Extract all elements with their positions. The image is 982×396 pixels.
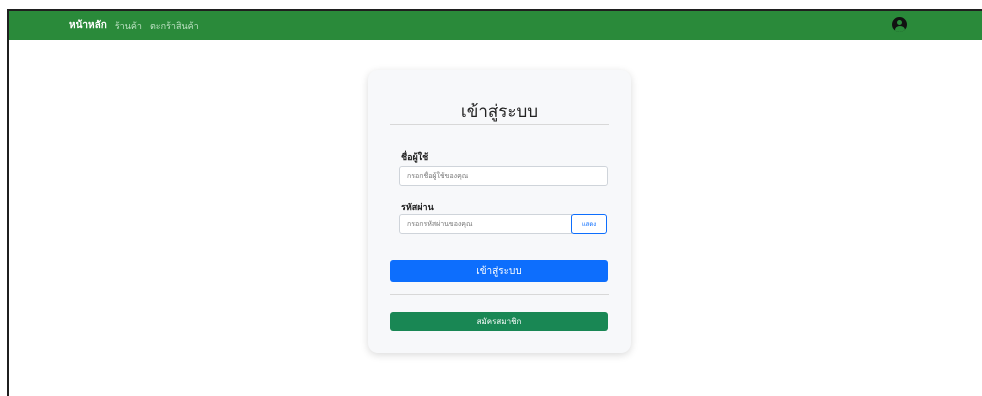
nav-cart-link[interactable]: ตะกร้าสินค้า — [150, 19, 199, 33]
user-icon-head — [897, 19, 902, 25]
page-title: เข้าสู่ระบบ — [460, 102, 539, 122]
password-input[interactable]: กรอกรหัสผ่านของคุณ — [399, 214, 572, 234]
show-password-button[interactable]: แสดง — [571, 214, 607, 234]
username-label: ชื่อผู้ใช้ — [401, 153, 429, 163]
browser-viewport: หน้าหลัก ร้านค้า ตะกร้าสินค้า เข้าสู่ระบ… — [7, 9, 982, 396]
nav-home-link[interactable]: หน้าหลัก — [69, 18, 107, 33]
user-circle-icon[interactable] — [892, 17, 907, 32]
nav-links: หน้าหลัก ร้านค้า ตะกร้าสินค้า — [69, 11, 199, 40]
login-card: เข้าสู่ระบบ ชื่อผู้ใช้ กรอกชื่อผู้ใช้ของ… — [368, 70, 631, 353]
top-navbar: หน้าหลัก ร้านค้า ตะกร้าสินค้า — [9, 11, 982, 40]
username-input[interactable]: กรอกชื่อผู้ใช้ของคุณ — [399, 166, 608, 186]
nav-shop-link[interactable]: ร้านค้า — [115, 19, 142, 33]
register-button[interactable]: สมัครสมาชิก — [390, 312, 608, 331]
user-icon-body — [894, 26, 905, 32]
password-placeholder: กรอกรหัสผ่านของคุณ — [407, 219, 473, 228]
password-label: รหัสผ่าน — [401, 203, 434, 213]
username-placeholder: กรอกชื่อผู้ใช้ของคุณ — [407, 171, 469, 180]
login-button[interactable]: เข้าสู่ระบบ — [390, 260, 608, 282]
title-divider — [390, 124, 609, 125]
actions-divider — [390, 294, 609, 295]
